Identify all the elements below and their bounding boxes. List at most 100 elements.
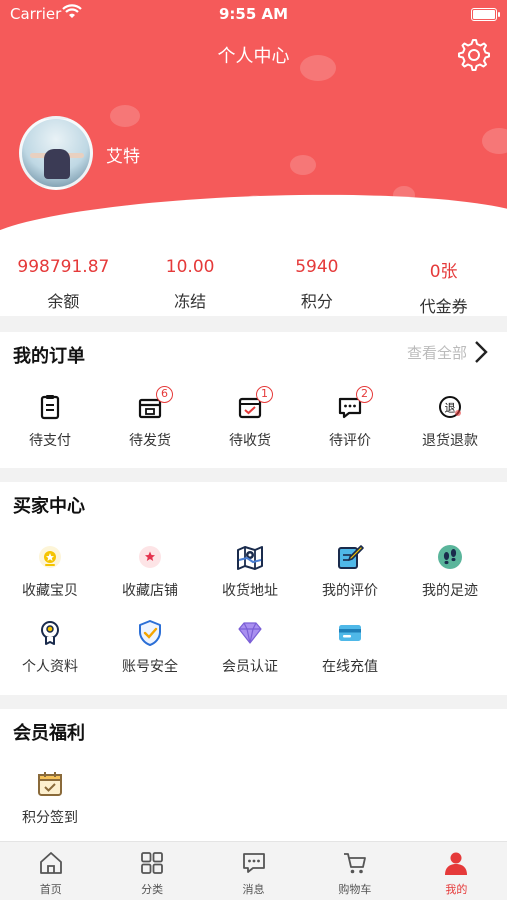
order-item-label: 待发货 (129, 433, 171, 449)
member-verification[interactable]: 会员认证 (200, 618, 300, 676)
username[interactable]: 艾特 (106, 142, 140, 167)
profile-icon (35, 618, 65, 648)
stat-points[interactable]: 5940 积分 (254, 230, 381, 316)
gear-icon[interactable] (457, 38, 491, 72)
my-reviews[interactable]: 我的评价 (300, 542, 400, 600)
clock: 9:55 AM (218, 5, 289, 23)
stat-label: 代金券 (419, 297, 468, 316)
decor-bubble (290, 155, 316, 175)
orders-section: 我的订单 查看全部 待支付 6 待发货 1 待收货 2 待评价 退 退货退款 (0, 332, 507, 468)
message-icon (242, 853, 265, 873)
stat-frozen[interactable]: 10.00 冻结 (127, 230, 254, 316)
cart-icon (343, 853, 366, 874)
badge-count: 2 (356, 386, 373, 403)
tab-messages[interactable]: 消息 (203, 842, 304, 900)
decor-bubble (482, 128, 507, 154)
profile-header: Carrier 9:55 AM 个人中心 艾特 (0, 0, 507, 230)
box-icon: 6 (135, 386, 173, 422)
grid-icon (141, 852, 164, 874)
benefit-item-label: 积分签到 (22, 810, 78, 826)
footprint-icon (435, 542, 465, 572)
shield-icon (135, 618, 165, 648)
account-stats: 998791.87 余额 10.00 冻结 5940 积分 0张 代金券 (0, 230, 507, 316)
badge-count: 6 (156, 386, 173, 403)
comment-icon: 2 (335, 386, 373, 422)
order-pending-receipt[interactable]: 1 待收货 (200, 386, 300, 450)
chevron-right-icon (475, 341, 488, 363)
see-all-orders-link[interactable]: 查看全部 (407, 340, 489, 364)
avatar[interactable] (19, 116, 93, 190)
buyer-item-label: 个人资料 (22, 659, 78, 675)
home-icon (39, 852, 62, 874)
page-title: 个人中心 (217, 46, 290, 67)
calendar-check-icon (35, 769, 65, 799)
see-all-label: 查看全部 (406, 343, 467, 362)
favorite-item-icon (35, 542, 65, 572)
card-icon (335, 618, 365, 648)
edit-review-icon (335, 542, 365, 572)
section-title: 买家中心 (13, 496, 85, 517)
my-footprints[interactable]: 我的足迹 (400, 542, 500, 600)
order-item-label: 待评价 (329, 433, 371, 449)
buyer-item-label: 会员认证 (222, 659, 278, 675)
section-title: 会员福利 (13, 723, 85, 744)
status-bar: Carrier 9:55 AM (0, 0, 507, 30)
stat-balance[interactable]: 998791.87 余额 (0, 230, 127, 316)
section-title: 我的订单 (13, 346, 85, 367)
map-icon (235, 542, 265, 572)
stat-vouchers[interactable]: 0张 代金券 (380, 230, 507, 316)
account-security[interactable]: 账号安全 (100, 618, 200, 676)
refund-icon: 退 (435, 392, 465, 422)
stat-value: 998791.87 (17, 257, 110, 277)
buyer-item-label: 账号安全 (122, 659, 178, 675)
tab-label: 消息 (242, 883, 265, 896)
tab-label: 我的 (445, 883, 468, 896)
online-recharge[interactable]: 在线充值 (300, 618, 400, 676)
tab-mine[interactable]: 我的 (406, 842, 507, 900)
stat-label: 余额 (47, 292, 80, 311)
diamond-icon (235, 618, 265, 648)
favorite-items[interactable]: 收藏宝贝 (0, 542, 100, 600)
favorite-shops[interactable]: 收藏店铺 (100, 542, 200, 600)
clipboard-icon (35, 392, 65, 422)
buyer-item-label: 收藏店铺 (122, 583, 178, 599)
order-pending-shipment[interactable]: 6 待发货 (100, 386, 200, 450)
points-checkin[interactable]: 积分签到 (0, 769, 100, 827)
tab-home[interactable]: 首页 (0, 842, 101, 900)
stat-label: 冻结 (174, 292, 207, 311)
tab-label: 首页 (39, 883, 62, 896)
order-pending-review[interactable]: 2 待评价 (300, 386, 400, 450)
stat-value: 5940 (295, 257, 339, 277)
buyer-item-label: 收货地址 (222, 583, 278, 599)
decor-bubble (110, 105, 140, 127)
header-wave (0, 186, 507, 230)
bottom-tab-bar: 首页 分类 消息 购物车 我的 (0, 841, 507, 900)
stat-value: 0张 (429, 262, 458, 282)
stat-value: 10.00 (165, 257, 215, 277)
battery-icon (471, 8, 497, 21)
user-icon (445, 852, 468, 875)
favorite-shop-icon (135, 542, 165, 572)
tab-label: 分类 (141, 883, 164, 896)
tab-label: 购物车 (338, 883, 372, 896)
buyer-item-label: 我的评价 (322, 583, 378, 599)
svg-text:退: 退 (445, 402, 456, 415)
tab-category[interactable]: 分类 (101, 842, 202, 900)
tab-cart[interactable]: 购物车 (304, 842, 405, 900)
buyer-item-label: 在线充值 (322, 659, 378, 675)
order-item-label: 退货退款 (422, 433, 478, 449)
avatar-figure (44, 149, 70, 179)
order-item-label: 待支付 (29, 433, 71, 449)
badge-count: 1 (256, 386, 273, 403)
battery-tip (498, 12, 500, 17)
shipping-address[interactable]: 收货地址 (200, 542, 300, 600)
personal-profile[interactable]: 个人资料 (0, 618, 100, 676)
stat-label: 积分 (300, 292, 333, 311)
order-refund[interactable]: 退 退货退款 (400, 392, 500, 450)
buyer-center-section: 买家中心 收藏宝贝 收藏店铺 收货地址 我的评价 我的足迹 个人资料 账号安全 … (0, 482, 507, 695)
order-item-label: 待收货 (229, 433, 271, 449)
order-pending-payment[interactable]: 待支付 (0, 392, 100, 450)
buyer-item-label: 收藏宝贝 (22, 583, 78, 599)
buyer-item-label: 我的足迹 (422, 583, 478, 599)
receive-icon: 1 (235, 386, 273, 422)
